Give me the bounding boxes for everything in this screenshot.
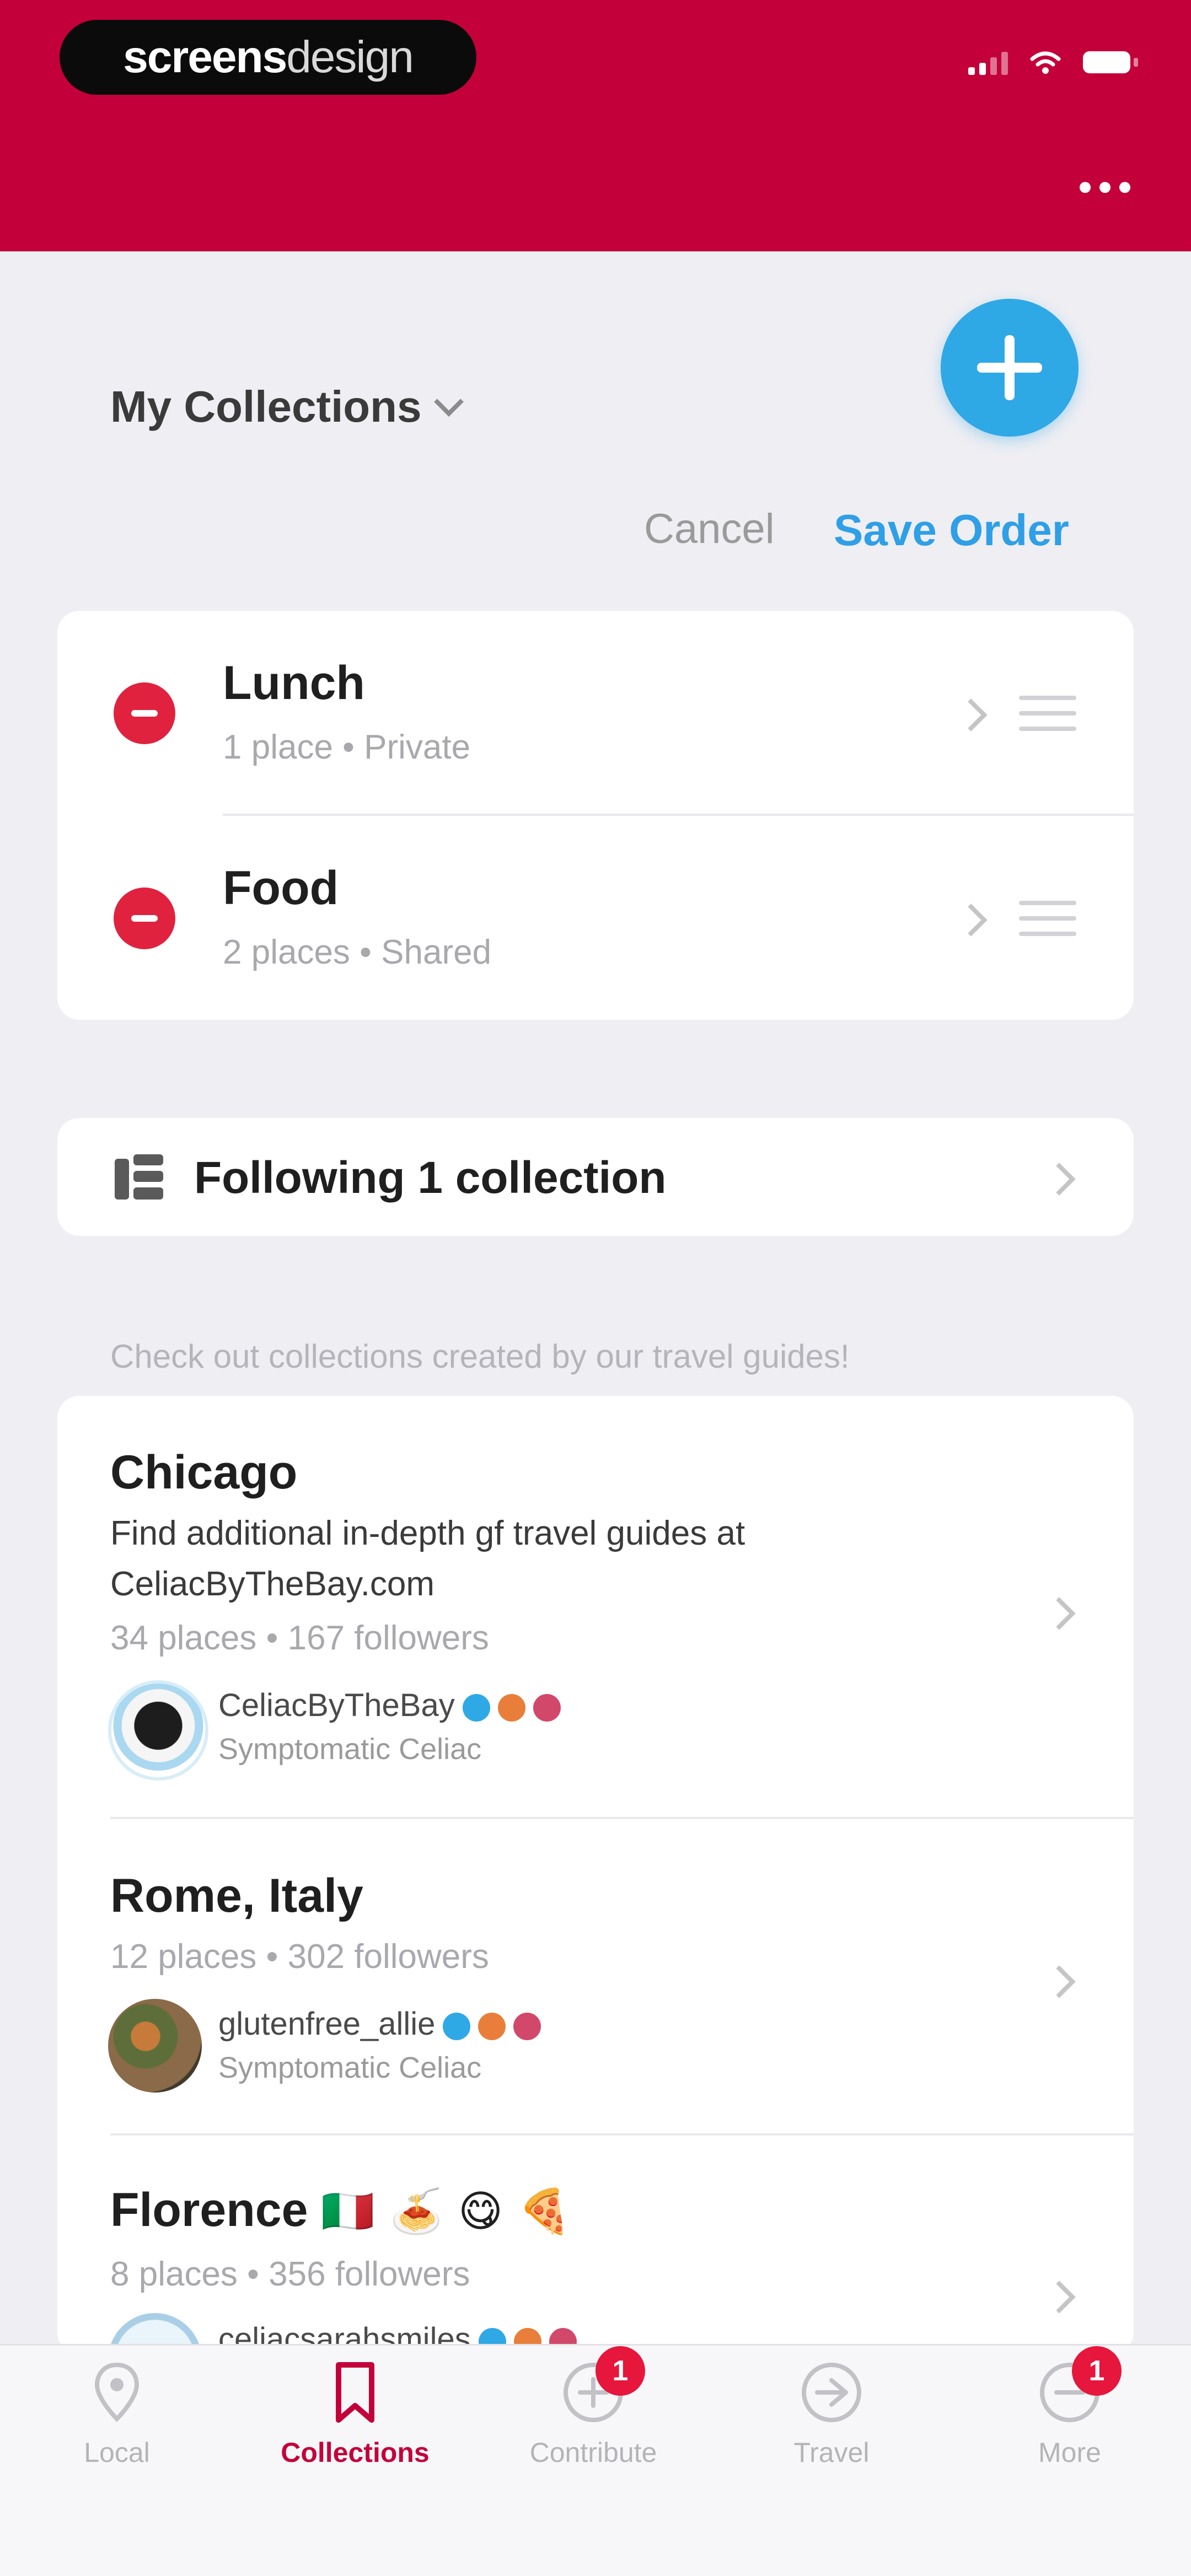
guide-title[interactable]: Chicago bbox=[110, 1445, 297, 1500]
collection-stack-icon bbox=[115, 1154, 163, 1203]
brand-watermark: screens design bbox=[60, 20, 476, 95]
bookmark-icon bbox=[336, 2362, 374, 2423]
collections-dropdown[interactable]: My Collections bbox=[110, 381, 464, 432]
guide-description: Find additional in-depth gf travel guide… bbox=[110, 1514, 745, 1603]
more-circle-icon: 1 bbox=[1037, 2346, 1122, 2426]
save-order-button[interactable]: Save Order bbox=[834, 505, 1069, 556]
tab-label: Travel bbox=[793, 2437, 870, 2468]
guide-title[interactable]: Florence 🇮🇹 🍝 😋 🍕 bbox=[110, 2183, 572, 2238]
award-badge-icon bbox=[497, 1693, 525, 1722]
guide-meta: 34 places • 167 followers bbox=[110, 1619, 489, 1657]
avatar[interactable] bbox=[108, 1999, 202, 2093]
remove-collection-button[interactable] bbox=[114, 682, 175, 744]
add-collection-button[interactable] bbox=[941, 299, 1079, 437]
tab-label: More bbox=[1038, 2437, 1101, 2468]
tab-contribute[interactable]: 1 Contribute bbox=[511, 2346, 676, 2469]
collection-title[interactable]: Lunch bbox=[223, 656, 365, 711]
battery-icon bbox=[1083, 51, 1138, 73]
author-name: glutenfree_allie bbox=[218, 2006, 436, 2042]
verified-badge-icon bbox=[462, 1693, 490, 1722]
divider bbox=[110, 2133, 1134, 2136]
drag-handle-icon[interactable] bbox=[1019, 696, 1076, 731]
plus-icon bbox=[977, 335, 1042, 400]
brand-part2: design bbox=[286, 32, 414, 82]
tab-travel[interactable]: Travel bbox=[749, 2359, 914, 2469]
divider bbox=[223, 814, 1134, 816]
guide-meta: 8 places • 356 followers bbox=[110, 2255, 470, 2293]
tab-label: Collections bbox=[281, 2437, 430, 2468]
author-line[interactable]: CeliacByTheBay bbox=[218, 1687, 561, 1724]
following-label: Following 1 collection bbox=[194, 1153, 667, 1203]
wifi-icon bbox=[1030, 51, 1061, 74]
tab-collections[interactable]: Collections bbox=[272, 2359, 438, 2469]
tab-label: Local bbox=[84, 2437, 150, 2468]
author-name: CeliacByTheBay bbox=[218, 1687, 455, 1723]
award-badge-icon bbox=[478, 2012, 506, 2040]
plus-circle-icon: 1 bbox=[560, 2346, 645, 2426]
map-pin-icon bbox=[94, 2362, 140, 2422]
collection-meta: 2 places • Shared bbox=[223, 933, 492, 971]
notification-badge: 1 bbox=[596, 2346, 645, 2396]
author-type: Symptomatic Celiac bbox=[218, 2051, 482, 2084]
divider bbox=[110, 1817, 1134, 1819]
author-type: Symptomatic Celiac bbox=[218, 1733, 482, 1766]
collection-meta: 1 place • Private bbox=[223, 728, 471, 766]
status-bar-icons bbox=[968, 50, 1138, 75]
tab-more[interactable]: 1 More bbox=[987, 2346, 1152, 2469]
collection-title[interactable]: Food bbox=[223, 861, 339, 916]
more-horizontal-icon[interactable] bbox=[1080, 182, 1130, 193]
title-emoji: 🇮🇹 🍝 😋 🍕 bbox=[321, 2187, 572, 2236]
notification-badge: 1 bbox=[1072, 2346, 1122, 2396]
celiac-badge-icon bbox=[513, 2012, 541, 2040]
tab-label: Contribute bbox=[529, 2437, 657, 2468]
chevron-down-icon bbox=[433, 387, 464, 417]
drag-handle-icon[interactable] bbox=[1019, 901, 1076, 936]
page-title: My Collections bbox=[110, 382, 422, 431]
verified-badge-icon bbox=[443, 2012, 471, 2040]
tab-local[interactable]: Local bbox=[34, 2359, 200, 2469]
remove-collection-button[interactable] bbox=[114, 888, 175, 949]
avatar[interactable] bbox=[108, 1680, 208, 1781]
celiac-badge-icon bbox=[533, 1693, 561, 1722]
guide-title[interactable]: Rome, Italy bbox=[110, 1869, 363, 1923]
signal-icon bbox=[968, 50, 1008, 75]
brand-part1: screens bbox=[123, 32, 287, 82]
guide-meta: 12 places • 302 followers bbox=[110, 1938, 489, 1976]
author-line[interactable]: glutenfree_allie bbox=[218, 2005, 541, 2042]
guides-hint: Check out collections created by our tra… bbox=[110, 1338, 850, 1375]
airplane-icon bbox=[802, 2363, 861, 2422]
cancel-button[interactable]: Cancel bbox=[644, 505, 775, 553]
